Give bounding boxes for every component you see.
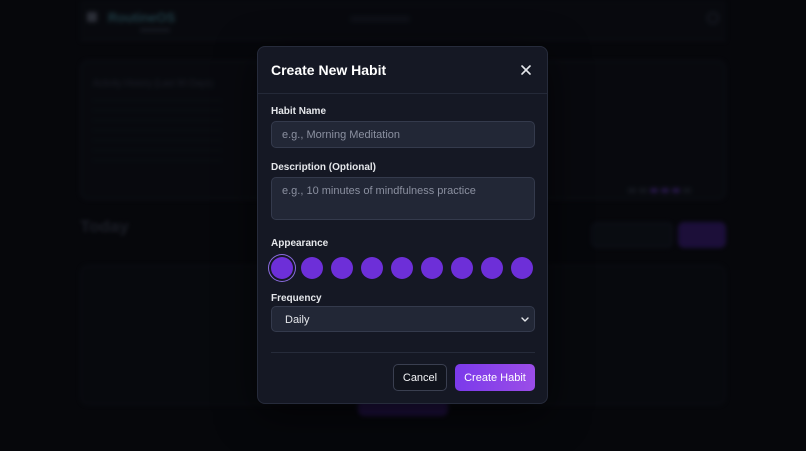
- close-icon: [521, 65, 531, 75]
- habit-name-label: Habit Name: [271, 106, 327, 117]
- create-habit-button[interactable]: Create Habit: [455, 364, 535, 391]
- close-button[interactable]: [516, 60, 536, 80]
- color-swatch[interactable]: [361, 257, 383, 279]
- modal-title: Create New Habit: [271, 62, 387, 78]
- frequency-select[interactable]: Daily: [271, 306, 535, 332]
- habit-name-input[interactable]: [271, 121, 535, 148]
- color-swatch[interactable]: [391, 257, 413, 279]
- appearance-label: Appearance: [271, 238, 329, 249]
- color-swatch[interactable]: [331, 257, 353, 279]
- color-swatch[interactable]: [481, 257, 503, 279]
- description-label: Description (Optional): [271, 162, 376, 173]
- color-swatch[interactable]: [271, 257, 293, 279]
- footer-divider: [271, 352, 535, 353]
- description-textarea[interactable]: [271, 177, 535, 220]
- frequency-label: Frequency: [271, 293, 322, 304]
- create-habit-modal: Create New Habit Habit Name Description …: [257, 46, 548, 404]
- color-swatch[interactable]: [511, 257, 533, 279]
- frequency-selected-value: Daily: [285, 314, 310, 326]
- modal-header: Create New Habit: [258, 47, 547, 94]
- cancel-button[interactable]: Cancel: [393, 364, 447, 391]
- chevron-down-icon: [521, 317, 529, 322]
- color-swatch[interactable]: [301, 257, 323, 279]
- color-swatch-group: [271, 257, 541, 281]
- color-swatch[interactable]: [421, 257, 443, 279]
- color-swatch[interactable]: [451, 257, 473, 279]
